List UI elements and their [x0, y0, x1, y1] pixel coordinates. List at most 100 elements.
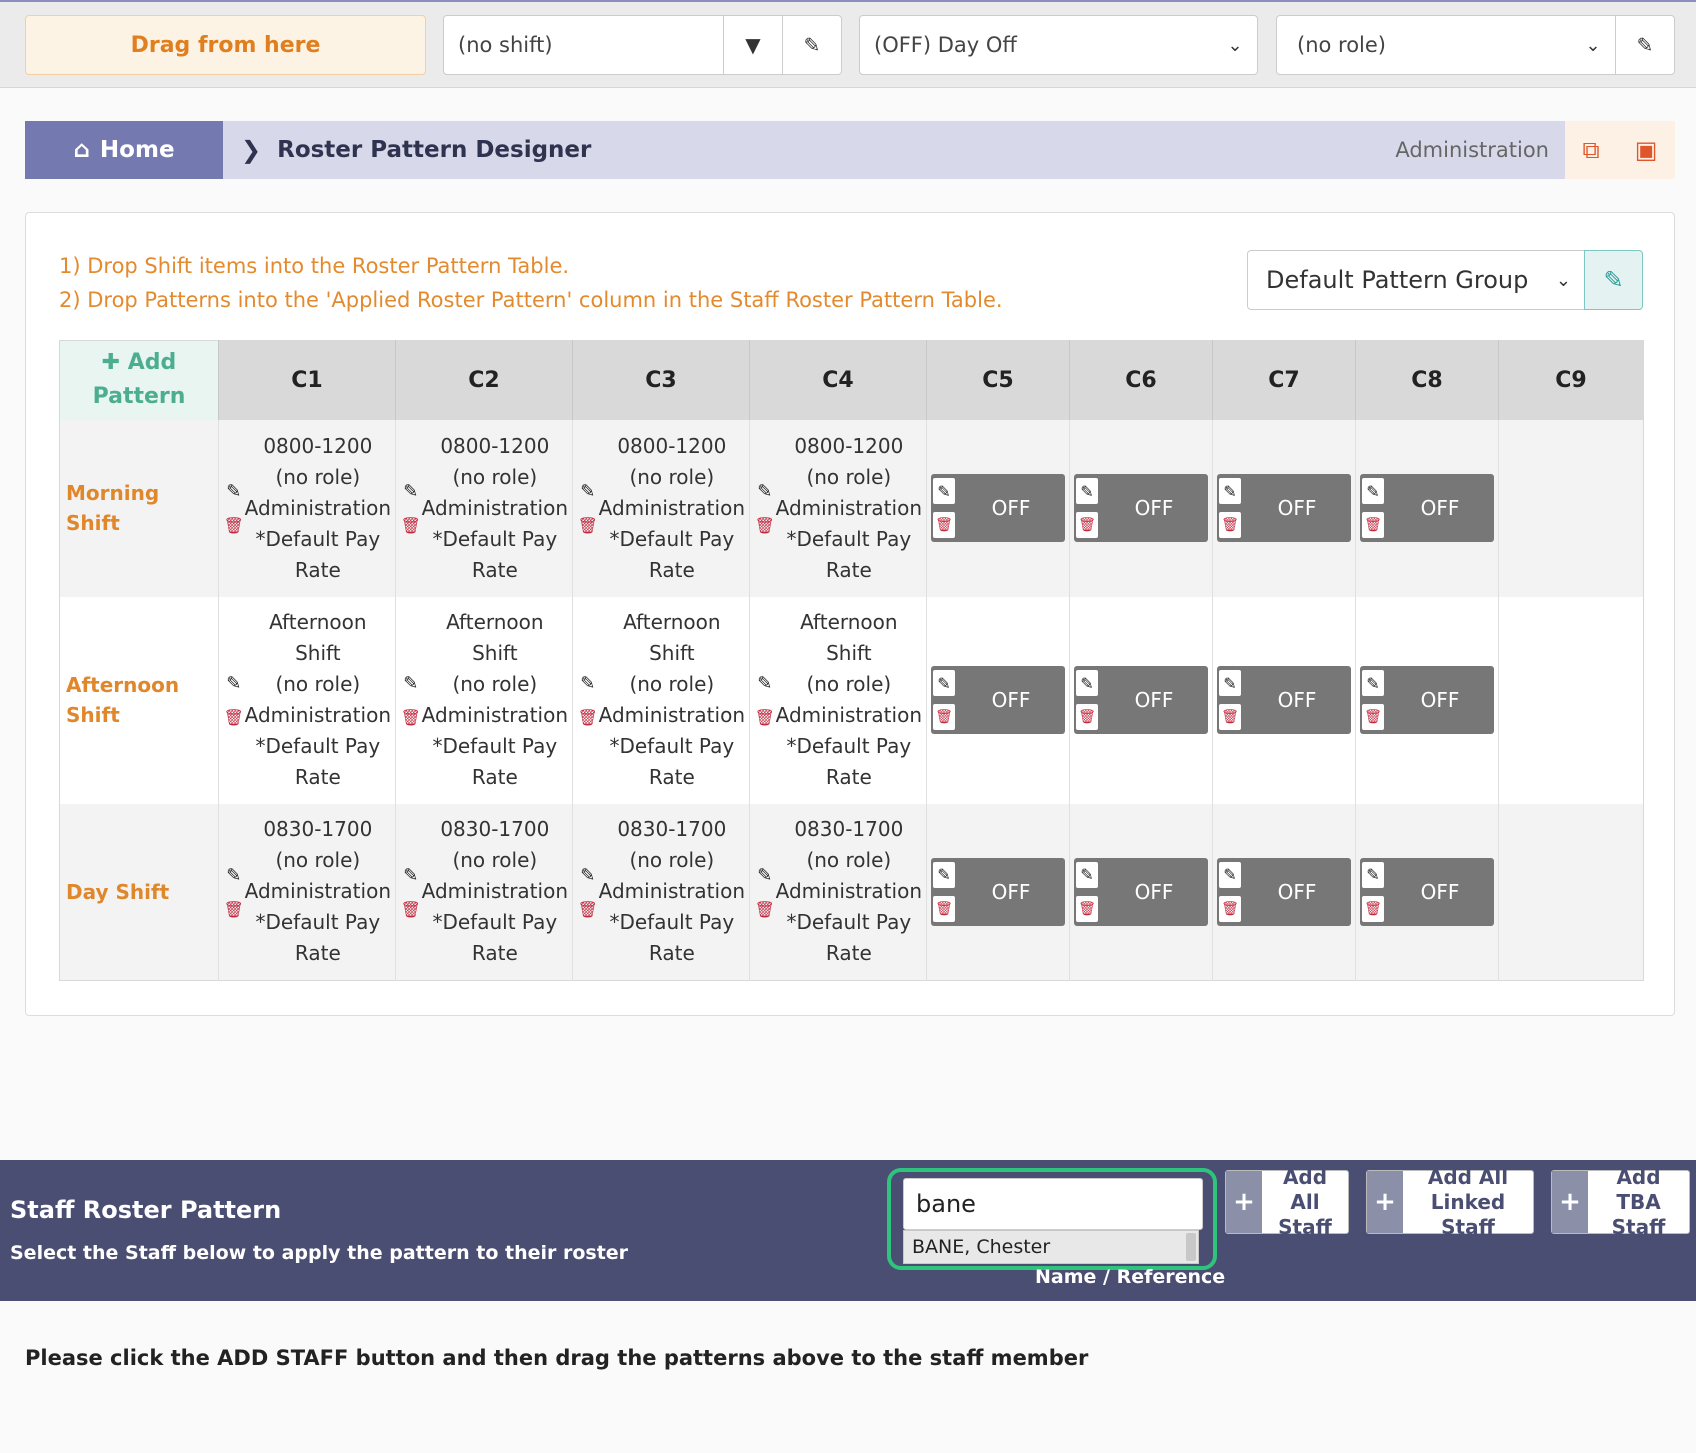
- shift-item[interactable]: 0800-1200 (no role) Administration *Default…: [776, 431, 926, 586]
- pencil-icon[interactable]: ✎: [580, 481, 595, 502]
- pattern-cell[interactable]: [1498, 419, 1644, 597]
- pencil-icon[interactable]: ✎: [757, 481, 772, 502]
- pencil-icon[interactable]: ✎: [580, 673, 595, 694]
- trash-icon[interactable]: 🗑: [401, 900, 421, 919]
- pencil-icon[interactable]: ✎: [757, 673, 772, 694]
- pencil-icon[interactable]: ✎: [1076, 478, 1098, 504]
- trash-icon[interactable]: 🗑: [224, 900, 244, 919]
- pencil-icon[interactable]: ✎: [403, 673, 418, 694]
- day-type-select[interactable]: (OFF) Day Off ⌄: [859, 15, 1258, 75]
- trash-icon[interactable]: 🗑: [578, 900, 598, 919]
- pattern-cell[interactable]: ✎ 🗑 OFF: [1069, 803, 1213, 981]
- shift-item[interactable]: 0830-1700 (no role) Administration *Default…: [245, 814, 395, 969]
- pencil-icon[interactable]: ✎: [1362, 670, 1384, 696]
- trash-icon[interactable]: 🗑: [1076, 895, 1098, 922]
- off-item[interactable]: ✎ 🗑 OFF: [1217, 666, 1351, 734]
- pattern-cell[interactable]: ✎ 🗑 0830-1700 (no role) Administration *Defau…: [395, 803, 573, 981]
- off-item[interactable]: ✎ 🗑 OFF: [1074, 857, 1208, 926]
- trash-icon[interactable]: 🗑: [224, 516, 244, 535]
- off-item[interactable]: ✎ 🗑 OFF: [931, 857, 1065, 926]
- trash-icon[interactable]: 🗑: [933, 512, 955, 538]
- shift-select[interactable]: (no shift) ▼ ✎: [443, 15, 842, 75]
- pencil-icon[interactable]: ✎: [1076, 861, 1098, 888]
- pattern-cell[interactable]: ✎ 🗑 0800-1200 (no role) Administration *Defau…: [572, 419, 750, 597]
- trash-icon[interactable]: 🗑: [1219, 895, 1241, 922]
- trash-icon[interactable]: 🗑: [1362, 895, 1384, 922]
- pattern-cell[interactable]: ✎ 🗑 OFF: [1212, 419, 1356, 597]
- pattern-cell[interactable]: [1498, 803, 1644, 981]
- pattern-cell[interactable]: ✎ 🗑 0800-1200 (no role) Administration *Defau…: [749, 419, 927, 597]
- staff-search-input[interactable]: [903, 1178, 1203, 1230]
- pencil-icon[interactable]: ✎: [1219, 478, 1241, 504]
- shift-item[interactable]: 0800-1200 (no role) Administration *Default…: [599, 431, 749, 586]
- suggestion-scrollbar[interactable]: [1186, 1233, 1196, 1261]
- pattern-cell[interactable]: [1498, 596, 1644, 804]
- pattern-cell[interactable]: ✎ 🗑 OFF: [926, 596, 1070, 804]
- pattern-cell[interactable]: ✎ 🗑 0830-1700 (no role) Administration *Defau…: [749, 803, 927, 981]
- off-item[interactable]: ✎ 🗑 OFF: [1074, 666, 1208, 734]
- autocomplete-suggestion[interactable]: BANE, Chester: [903, 1230, 1199, 1264]
- copy-icon[interactable]: ⧉: [1583, 136, 1600, 164]
- trash-icon[interactable]: 🗑: [755, 900, 775, 919]
- trash-icon[interactable]: 🗑: [1362, 512, 1384, 538]
- pattern-cell[interactable]: ✎ 🗑 OFF: [1355, 803, 1499, 981]
- pencil-icon[interactable]: ✎: [226, 481, 241, 502]
- pencil-icon[interactable]: ✎: [1362, 861, 1384, 888]
- pencil-icon[interactable]: ✎: [933, 861, 955, 888]
- pattern-cell[interactable]: ✎ 🗑 0800-1200 (no role) Administration *Defau…: [218, 419, 396, 597]
- pencil-icon[interactable]: ✎: [226, 673, 241, 694]
- pattern-group-select[interactable]: Default Pattern Group ⌄: [1247, 250, 1586, 310]
- shift-item[interactable]: 0800-1200 (no role) Administration *Default…: [245, 431, 395, 586]
- shift-item[interactable]: 0800-1200 (no role) Administration *Default…: [422, 431, 572, 586]
- trash-icon[interactable]: 🗑: [933, 895, 955, 922]
- pencil-icon[interactable]: ✎: [933, 670, 955, 696]
- trash-icon[interactable]: 🗑: [1362, 704, 1384, 730]
- pattern-cell[interactable]: ✎ 🗑 OFF: [1069, 596, 1213, 804]
- add-all-staff-button[interactable]: + Add All Staff: [1225, 1165, 1349, 1239]
- shift-item[interactable]: Afternoon Shift (no role) Administration *De…: [776, 607, 926, 793]
- off-item[interactable]: ✎ 🗑 OFF: [931, 666, 1065, 734]
- pattern-cell[interactable]: ✎ 🗑 OFF: [926, 419, 1070, 597]
- shift-item[interactable]: Afternoon Shift (no role) Administration *De…: [422, 607, 572, 793]
- pattern-cell[interactable]: ✎ 🗑 OFF: [926, 803, 1070, 981]
- off-item[interactable]: ✎ 🗑 OFF: [1217, 857, 1351, 926]
- pencil-icon[interactable]: ✎: [1076, 670, 1098, 696]
- pattern-cell[interactable]: ✎ 🗑 0830-1700 (no role) Administration *Defau…: [572, 803, 750, 981]
- off-item[interactable]: ✎ 🗑 OFF: [1074, 474, 1208, 542]
- pencil-icon[interactable]: ✎: [403, 865, 418, 886]
- shift-item[interactable]: Afternoon Shift (no role) Administration *De…: [599, 607, 749, 793]
- pattern-cell[interactable]: ✎ 🗑 0830-1700 (no role) Administration *Defau…: [218, 803, 396, 981]
- trash-icon[interactable]: 🗑: [933, 704, 955, 730]
- shift-item[interactable]: 0830-1700 (no role) Administration *Default…: [776, 814, 926, 969]
- trash-icon[interactable]: 🗑: [755, 516, 775, 535]
- pattern-cell[interactable]: ✎ 🗑 OFF: [1212, 596, 1356, 804]
- pencil-icon[interactable]: ✎: [226, 865, 241, 886]
- caret-down-icon[interactable]: ▼: [724, 16, 782, 74]
- pattern-cell[interactable]: ✎ 🗑 OFF: [1355, 596, 1499, 804]
- off-item[interactable]: ✎ 🗑 OFF: [931, 474, 1065, 542]
- trash-icon[interactable]: 🗑: [1219, 512, 1241, 538]
- off-item[interactable]: ✎ 🗑 OFF: [1360, 474, 1494, 542]
- trash-icon[interactable]: 🗑: [1076, 512, 1098, 538]
- edit-group-button[interactable]: ✎: [1584, 250, 1643, 310]
- trash-icon[interactable]: 🗑: [401, 708, 421, 727]
- pencil-icon[interactable]: ✎: [757, 865, 772, 886]
- trash-icon[interactable]: 🗑: [578, 516, 598, 535]
- pattern-cell[interactable]: ✎ 🗑 OFF: [1212, 803, 1356, 981]
- pencil-icon[interactable]: ✎: [1219, 861, 1241, 888]
- pattern-cell[interactable]: ✎ 🗑 OFF: [1069, 419, 1213, 597]
- pencil-icon[interactable]: ✎: [933, 478, 955, 504]
- pencil-icon[interactable]: ✎: [783, 16, 841, 74]
- trash-icon[interactable]: 🗑: [401, 516, 421, 535]
- pencil-icon[interactable]: ✎: [580, 865, 595, 886]
- add-linked-staff-button[interactable]: + Add All Linked Staff: [1366, 1165, 1534, 1239]
- pattern-cell[interactable]: ✎ 🗑 Afternoon Shift (no role) Administration *…: [395, 596, 573, 804]
- shift-item[interactable]: 0830-1700 (no role) Administration *Default…: [422, 814, 572, 969]
- pattern-cell[interactable]: ✎ 🗑 OFF: [1355, 419, 1499, 597]
- pattern-cell[interactable]: ✎ 🗑 Afternoon Shift (no role) Administration *…: [218, 596, 396, 804]
- shift-item[interactable]: 0830-1700 (no role) Administration *Default…: [599, 814, 749, 969]
- shift-item[interactable]: Afternoon Shift (no role) Administration *De…: [245, 607, 395, 793]
- drag-source[interactable]: Drag from here: [25, 15, 426, 75]
- pattern-cell[interactable]: ✎ 🗑 0800-1200 (no role) Administration *Defau…: [395, 419, 573, 597]
- book-icon[interactable]: ▣: [1635, 136, 1658, 164]
